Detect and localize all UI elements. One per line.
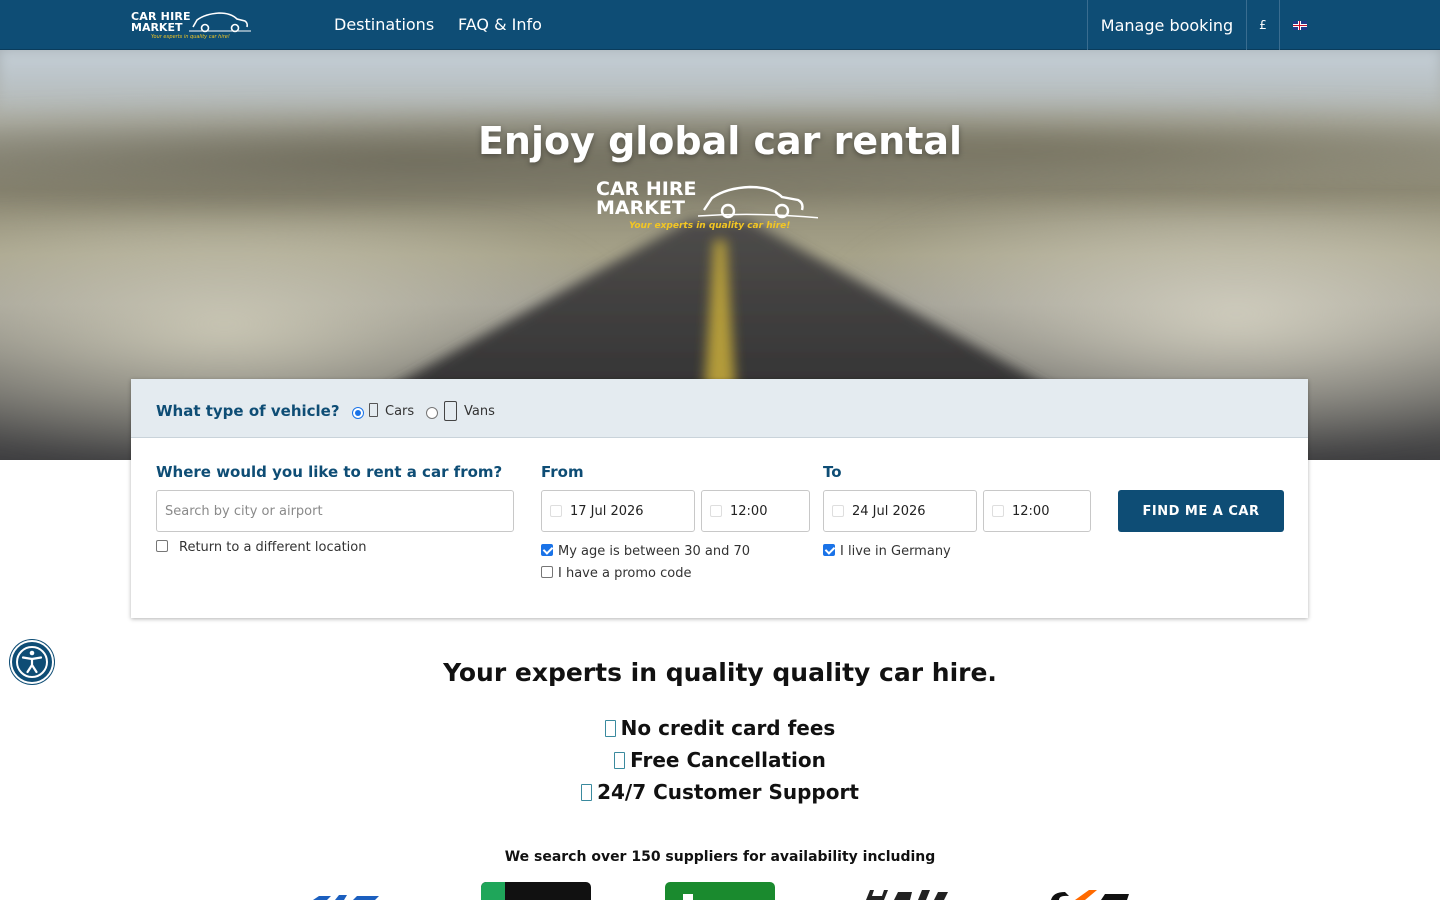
nav-link-faq-info[interactable]: FAQ & Info: [458, 15, 542, 35]
hero-brand-logo: CAR HIRE MARKET Your experts in quality …: [594, 178, 834, 238]
dropoff-time-value: 12:00: [1012, 503, 1050, 519]
calendar-icon: [550, 505, 562, 517]
car-icon: [369, 403, 378, 417]
feature-item: No credit card fees: [0, 715, 1440, 741]
brand-line-2: MARKET: [131, 21, 183, 34]
supplier-logo-2: [481, 882, 591, 900]
find-car-button[interactable]: FIND ME A CAR: [1118, 490, 1284, 532]
currency-selector[interactable]: £: [1246, 0, 1280, 50]
pickup-time-input[interactable]: 12:00: [701, 490, 810, 532]
from-label: From: [541, 463, 584, 481]
return-different-checkbox[interactable]: [156, 540, 168, 552]
feature-text: 24/7 Customer Support: [597, 780, 859, 804]
hero-brand-line-2: MARKET: [596, 197, 685, 219]
hero-title: Enjoy global car rental: [477, 119, 963, 163]
vehicle-type-bar: What type of vehicle? Cars Vans: [131, 379, 1308, 438]
dropoff-time-input[interactable]: 12:00: [983, 490, 1091, 532]
brand-logo[interactable]: CAR HIRE MARKET Your experts in quality …: [131, 8, 256, 42]
hero-brand-tagline: Your experts in quality car hire!: [629, 221, 791, 231]
residence-checkbox-label[interactable]: I live in Germany: [840, 544, 951, 560]
vehicle-type-question: What type of vehicle?: [156, 402, 340, 420]
van-icon: [444, 401, 457, 421]
language-selector[interactable]: [1280, 0, 1320, 50]
search-panel: What type of vehicle? Cars Vans Where wo…: [131, 379, 1308, 618]
supplier-logo-3: [665, 882, 775, 900]
age-checkbox[interactable]: [541, 544, 553, 556]
check-icon: [604, 720, 616, 737]
promo-checkbox[interactable]: [541, 566, 553, 578]
dropoff-date-input[interactable]: 24 Jul 2026: [823, 490, 977, 532]
vehicle-label-cars[interactable]: Cars: [385, 404, 414, 420]
suppliers-text: We search over 150 suppliers for availab…: [504, 849, 936, 865]
check-icon: [614, 752, 626, 769]
feature-text: No credit card fees: [620, 716, 836, 740]
experts-headline: Your experts in quality quality car hire…: [443, 658, 997, 687]
vehicle-radio-cars[interactable]: [352, 407, 364, 419]
residence-checkbox[interactable]: [823, 544, 835, 556]
pickup-time-value: 12:00: [730, 503, 768, 519]
vehicle-label-vans[interactable]: Vans: [464, 404, 495, 420]
dropoff-date-value: 24 Jul 2026: [852, 503, 926, 519]
supplier-logo-1: [305, 882, 395, 900]
calendar-icon: [832, 505, 844, 517]
clock-icon: [710, 505, 722, 517]
feature-item: Free Cancellation: [0, 747, 1440, 773]
car-outline-icon: [189, 12, 251, 33]
hero-car-outline-icon: [698, 185, 818, 219]
to-label: To: [823, 463, 842, 481]
nav-link-destinations[interactable]: Destinations: [334, 15, 434, 35]
age-checkbox-label[interactable]: My age is between 30 and 70: [558, 544, 750, 560]
hertz-logo: [860, 882, 950, 900]
pickup-date-value: 17 Jul 2026: [570, 503, 644, 519]
promo-checkbox-label[interactable]: I have a promo code: [558, 566, 691, 582]
clock-icon: [992, 505, 1004, 517]
location-placeholder: Search by city or airport: [165, 503, 323, 519]
vehicle-radio-vans[interactable]: [426, 407, 438, 419]
manage-booking-button[interactable]: Manage booking: [1087, 0, 1246, 50]
check-icon: [581, 784, 593, 801]
uk-flag-icon: [1293, 20, 1307, 30]
sixt-logo: [1045, 882, 1135, 900]
return-different-label[interactable]: Return to a different location: [179, 540, 366, 556]
location-label: Where would you like to rent a car from?: [156, 463, 503, 481]
pickup-date-input[interactable]: 17 Jul 2026: [541, 490, 695, 532]
top-navbar: CAR HIRE MARKET Your experts in quality …: [0, 0, 1440, 50]
brand-tagline: Your experts in quality car hire!: [151, 34, 230, 40]
feature-text: Free Cancellation: [630, 748, 826, 772]
feature-item: 24/7 Customer Support: [0, 779, 1440, 805]
location-search-input[interactable]: Search by city or airport: [156, 490, 514, 532]
